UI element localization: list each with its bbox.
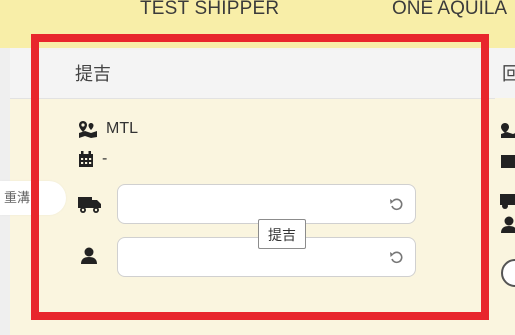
truck-input[interactable] [117, 184, 416, 224]
calendar-icon [78, 150, 94, 168]
location-row: MTL [78, 120, 138, 138]
map-marker-icon [78, 120, 98, 138]
card-header-label: 提吉 [75, 64, 111, 84]
map-marker-icon [500, 122, 515, 143]
left-floating-tab[interactable]: 重溝 [0, 181, 66, 215]
right-column-header-label: 回 [502, 64, 515, 84]
user-icon [80, 247, 98, 265]
date-value: - [102, 150, 108, 167]
date-row: - [78, 150, 107, 168]
undo-icon[interactable] [389, 250, 403, 269]
undo-icon[interactable] [389, 197, 403, 216]
shipper-label: TEST SHIPPER [140, 0, 280, 19]
location-value: MTL [106, 120, 138, 137]
truck-icon [500, 193, 515, 214]
user-icon [500, 216, 515, 239]
calendar-icon [500, 152, 515, 173]
tooltip: 提吉 [258, 219, 306, 249]
vessel-label: ONE AQUILA [392, 0, 508, 19]
truck-icon [78, 196, 102, 214]
